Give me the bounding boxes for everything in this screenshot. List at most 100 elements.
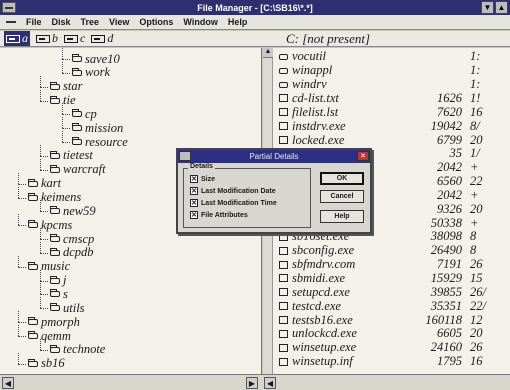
tree-item-save10[interactable]: save10 [72,52,120,66]
tree-item-label: tie [63,93,76,108]
drive-b[interactable]: b [36,31,58,46]
tree-connector [62,117,63,129]
drive-d[interactable]: d [91,31,113,46]
file-row[interactable]: winsetup.inf 1795 16 [273,354,510,369]
tree-item-star[interactable]: star [50,79,82,94]
file-row[interactable]: locked.exe 6799 20 [273,133,510,147]
help-button[interactable]: Help [320,210,364,223]
file-row[interactable]: unlockcd.exe 6605 20 [273,326,510,341]
tree-item-music[interactable]: music [28,259,70,274]
file-row[interactable]: testsb16.exe 160118 12 [273,313,510,327]
file-date: 1: [470,63,481,78]
checkbox-check-icon: ✕ [190,199,198,207]
file-row[interactable]: filelist.lst 7620 16 [273,105,510,119]
tree-connector [40,228,41,240]
cancel-button[interactable]: Cancel [320,190,364,203]
tree-connector [18,183,26,185]
checkbox-check-icon: ✕ [190,187,198,195]
menu-help[interactable]: Help [228,17,248,27]
tree-item-qemm[interactable]: qemm [28,329,71,343]
tree-item-label: sb16 [41,356,65,371]
file-icon [279,135,288,144]
tree-item-dcpdb[interactable]: dcpdb [50,245,94,260]
file-icon [279,274,288,283]
file-row[interactable]: vocutil 1: [273,49,510,64]
tree-item-new59[interactable]: new59 [50,204,96,218]
scroll-left-arrow-icon[interactable]: ◀ [264,377,276,389]
drive-a[interactable]: a [4,31,30,46]
tree-item-sb16[interactable]: sb16 [28,356,65,371]
menu-window[interactable]: Window [183,17,217,27]
menu-view[interactable]: View [109,17,129,27]
tree-item-label: j [63,273,67,288]
tree-item-j[interactable]: j [50,273,67,288]
file-row[interactable]: winsetup.exe 24160 26 [273,340,510,355]
tree-item-pmorph[interactable]: pmorph [28,315,80,329]
file-date: 1: [470,77,481,92]
maximize-button[interactable]: ▲ [495,1,508,14]
file-row[interactable]: cd-list.txt 1626 1! [273,90,510,106]
tree-item-work[interactable]: work [72,65,110,80]
file-size: 1626 [437,90,462,105]
minimize-button[interactable]: ▼ [481,1,494,14]
tree-connector [40,252,48,254]
file-name: cd-list.txt [292,90,339,105]
tree-item-kpcms[interactable]: kpcms [28,218,72,232]
file-date: 26 [470,340,483,355]
tree-item-tietest[interactable]: tietest [50,148,93,163]
file-name: setupcd.exe [292,284,350,299]
menu-disk[interactable]: Disk [52,17,71,27]
horizontal-scrollbar[interactable]: ◀ ▶ ◀ [0,374,510,390]
menu-tree[interactable]: Tree [81,17,100,27]
menu-options[interactable]: Options [139,17,173,27]
menu-file[interactable]: File [26,17,42,27]
file-date: 20 [470,326,483,341]
tree-connector [18,255,19,267]
document-control-icon[interactable] [6,21,16,23]
file-size: 7191 [437,257,462,272]
folder-icon [50,206,60,215]
last-modification-date-checkbox[interactable]: ✕ Last Modification Date [190,187,276,195]
file-row[interactable]: sbmidi.exe 15929 15 [273,271,510,286]
tree-item-mission[interactable]: mission [72,121,123,135]
file-row[interactable]: testcd.exe 35351 22/ [273,299,510,313]
dialog-system-menu-icon[interactable] [179,151,191,161]
tree-item-warcraft[interactable]: warcraft [50,162,106,177]
tree-item-label: tietest [63,148,93,163]
file-date: 15 [470,271,483,285]
file-row[interactable]: setupcd.exe 39855 26/ [273,285,510,299]
checkbox-label: Last Modification Date [201,187,276,195]
file-name: testsb16.exe [292,312,353,327]
file-size: 38098 [430,229,462,244]
tree-connector [18,336,26,337]
ok-button[interactable]: OK [320,172,364,185]
last-modification-time-checkbox[interactable]: ✕ Last Modification Time [190,199,277,207]
drive-letter: b [52,31,58,45]
tree-item-cp[interactable]: cp [72,107,97,121]
tree-item-technote[interactable]: technote [50,342,105,357]
tree-connector [62,142,70,144]
scroll-right-arrow-icon[interactable]: ▶ [246,377,258,389]
dialog-close-icon[interactable]: ✕ [357,151,369,161]
tree-item-utils[interactable]: utils [50,301,85,315]
tree-item-s[interactable]: s [50,287,68,301]
file-name: sbconfig.exe [292,243,355,258]
scroll-up-arrow-icon[interactable]: ▲ [263,48,273,58]
file-row[interactable]: windrv 1: [273,77,510,92]
file-row[interactable]: winappl 1: [273,63,510,78]
tree-item-resource[interactable]: resource [72,135,128,149]
file-attributes-checkbox[interactable]: ✕ File Attributes [190,211,248,219]
tree-item-cmscp[interactable]: cmscp [50,232,94,246]
file-date: 1! [470,90,481,105]
tree-item-keimens[interactable]: keimens [28,190,81,205]
file-row[interactable]: instdrv.exe 19042 8/ [273,119,510,133]
file-row[interactable]: sbconfig.exe 26490 8 [273,243,510,258]
system-menu-button[interactable] [2,2,16,13]
scroll-left-arrow-icon[interactable]: ◀ [2,377,14,389]
tree-item-kart[interactable]: kart [28,176,61,191]
size-checkbox[interactable]: ✕ Size [190,175,215,183]
tree-connector [18,225,26,227]
file-row[interactable]: sbfmdrv.com 7191 26 [273,257,510,272]
file-size: 6560 [437,174,462,189]
drive-c[interactable]: c [64,31,85,46]
